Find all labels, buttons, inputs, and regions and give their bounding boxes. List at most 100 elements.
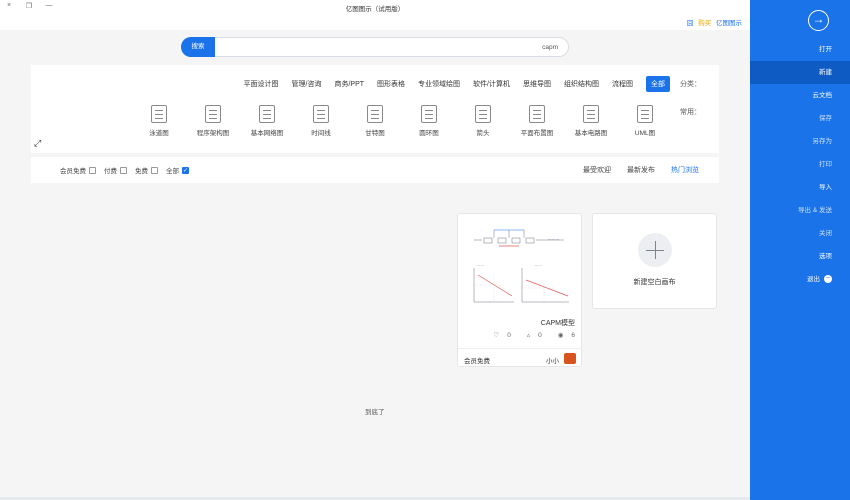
- price-filters: ✓ 全部 免费 付费 会员免费: [52, 165, 189, 175]
- sidebar-item[interactable]: 退出 −: [750, 268, 850, 291]
- sidebar-item[interactable]: 打开: [750, 38, 850, 61]
- template-footer: 小小 会员免费: [458, 348, 581, 368]
- checkbox-icon[interactable]: [89, 166, 96, 174]
- category-chip[interactable]: 图形表格: [377, 79, 405, 89]
- template-type-icon: [529, 105, 545, 123]
- sidebar-item[interactable]: 选项: [750, 245, 850, 268]
- brand-icon: 囧: [686, 20, 694, 27]
- category-label: 分类：: [680, 81, 701, 88]
- filter-checkbox[interactable]: 付费: [104, 165, 127, 175]
- category-chip[interactable]: 思维导图: [523, 79, 551, 89]
- sidebar-item[interactable]: 另存为: [750, 130, 850, 153]
- common-template-label: 箭头: [476, 130, 490, 137]
- sidebar-menu: 打开新建云文档保存另存为打印导入导出 & 发送关闭选项退出 −: [750, 38, 850, 291]
- price-badge: 会员免费: [464, 358, 490, 365]
- category-chip[interactable]: 专业领域绘图: [418, 79, 460, 89]
- sidebar-item-label: 选项: [819, 253, 832, 260]
- sidebar-item-label: 导入: [819, 184, 832, 191]
- sidebar-item[interactable]: 新建: [750, 61, 850, 84]
- filter-label: 免费: [135, 168, 148, 175]
- new-blank-canvas-card[interactable]: 新建空白画布: [592, 213, 717, 309]
- thumb-up-icon: ▵: [526, 332, 531, 339]
- sidebar-item-label: 导出 & 发送: [798, 207, 832, 214]
- category-chip[interactable]: 流程图: [612, 79, 633, 89]
- checkbox-icon[interactable]: ✓: [182, 166, 189, 174]
- brand: 囧 购买 亿图图示: [687, 17, 742, 27]
- common-templates-row: 常用： UML图 基本电路图 平面布置图 箭头 圆环图 甘特图 时间线 基本网络图 程序架构图 泳…: [132, 105, 701, 137]
- category-chip[interactable]: 商务/PPT: [334, 79, 364, 89]
- common-template-item[interactable]: 程序架构图: [186, 105, 240, 137]
- category-chip[interactable]: 全部: [646, 76, 670, 92]
- plus-icon: [638, 233, 672, 267]
- template-type-icon: [205, 105, 221, 123]
- author-name[interactable]: 小小: [546, 355, 559, 365]
- title-bar: × ❐ — 亿图图示（试用版）: [0, 0, 750, 14]
- sidebar-item-label: 新建: [819, 69, 832, 76]
- template-type-icon: [583, 105, 599, 123]
- common-template-label: 泳道图: [149, 130, 169, 137]
- brand-name: 亿图图示: [716, 20, 742, 27]
- search-button[interactable]: 搜索: [181, 37, 215, 57]
- expand-icon[interactable]: ⤢: [34, 138, 41, 149]
- common-template-label: 甘特图: [365, 130, 385, 137]
- sidebar-item-label: 保存: [819, 115, 832, 122]
- search-input[interactable]: capm: [542, 44, 558, 51]
- common-template-item[interactable]: 基本网络图: [240, 105, 294, 137]
- buy-link[interactable]: 购买: [698, 20, 711, 27]
- views-count: ◉ 6: [557, 332, 575, 339]
- sidebar-item[interactable]: 打印: [750, 153, 850, 176]
- common-template-label: UML图: [634, 130, 656, 137]
- sidebar-item[interactable]: 导入: [750, 176, 850, 199]
- template-type-icon: [367, 105, 383, 123]
- common-label: 常用：: [680, 109, 701, 116]
- category-chip[interactable]: 平面设计图: [244, 79, 279, 89]
- category-chip[interactable]: 组织结构图: [564, 79, 599, 89]
- back-arrow-icon[interactable]: →: [808, 10, 829, 31]
- common-template-item[interactable]: UML图: [618, 105, 672, 137]
- sort-tab[interactable]: 最受欢迎: [583, 165, 611, 175]
- heart-icon: ♡: [493, 332, 500, 339]
- sort-tab[interactable]: 热门浏览: [671, 165, 699, 175]
- checkbox-icon[interactable]: [120, 166, 127, 174]
- common-template-item[interactable]: 泳道图: [132, 105, 186, 137]
- sidebar-item-label: 打开: [819, 46, 832, 53]
- template-type-icon: [259, 105, 275, 123]
- exit-icon: −: [824, 275, 832, 284]
- template-type-icon: [637, 105, 653, 123]
- sidebar: → 打开新建云文档保存另存为打印导入导出 & 发送关闭选项退出 −: [750, 0, 850, 500]
- filter-label: 付费: [104, 168, 117, 175]
- sidebar-item[interactable]: 导出 & 发送: [750, 199, 850, 222]
- search-bar: 搜索 capm: [181, 37, 569, 57]
- template-type-icon: [475, 105, 491, 123]
- template-card[interactable]: —·—·— ·—·— ·—·— CAPM模型 ◉ 6 ▵ 0 ♡ 0 小小 会员免费: [457, 213, 582, 367]
- likes-count[interactable]: ▵ 0: [519, 331, 542, 339]
- sidebar-item[interactable]: 云文档: [750, 84, 850, 107]
- filter-label: 全部: [166, 168, 179, 175]
- category-chip[interactable]: 软件/计算机: [473, 79, 510, 89]
- avatar[interactable]: [564, 353, 576, 364]
- category-chip[interactable]: 管理/咨询: [292, 79, 322, 89]
- filter-checkbox[interactable]: 会员免费: [60, 165, 96, 175]
- common-template-item[interactable]: 箭头: [456, 105, 510, 137]
- sidebar-item-label: 打印: [819, 161, 832, 168]
- sidebar-item[interactable]: 保存: [750, 107, 850, 130]
- template-name[interactable]: CAPM模型: [541, 318, 575, 328]
- common-template-item[interactable]: 时间线: [294, 105, 348, 137]
- sidebar-item[interactable]: 关闭: [750, 222, 850, 245]
- favorites-count[interactable]: ♡ 0: [485, 331, 510, 339]
- common-template-label: 圆环图: [419, 130, 439, 137]
- svg-text:·—·—: ·—·—: [476, 263, 484, 267]
- new-canvas-label: 新建空白画布: [633, 279, 676, 286]
- common-template-item[interactable]: 平面布置图: [510, 105, 564, 137]
- category-row: 分类： 全部 流程图 组织结构图 思维导图 软件/计算机 专业领域绘图 图形表格 商务/PPT…: [231, 76, 701, 92]
- checkbox-icon[interactable]: [151, 166, 158, 174]
- filter-checkbox[interactable]: ✓ 全部: [166, 165, 189, 175]
- common-template-item[interactable]: 甘特图: [348, 105, 402, 137]
- common-template-label: 基本网络图: [250, 130, 284, 137]
- common-template-item[interactable]: 圆环图: [402, 105, 456, 137]
- common-template-item[interactable]: 基本电路图: [564, 105, 618, 137]
- filter-checkbox[interactable]: 免费: [135, 165, 158, 175]
- sidebar-item-label: 关闭: [819, 230, 832, 237]
- eye-icon: ◉: [557, 332, 564, 339]
- sort-tab[interactable]: 最新发布: [627, 165, 655, 175]
